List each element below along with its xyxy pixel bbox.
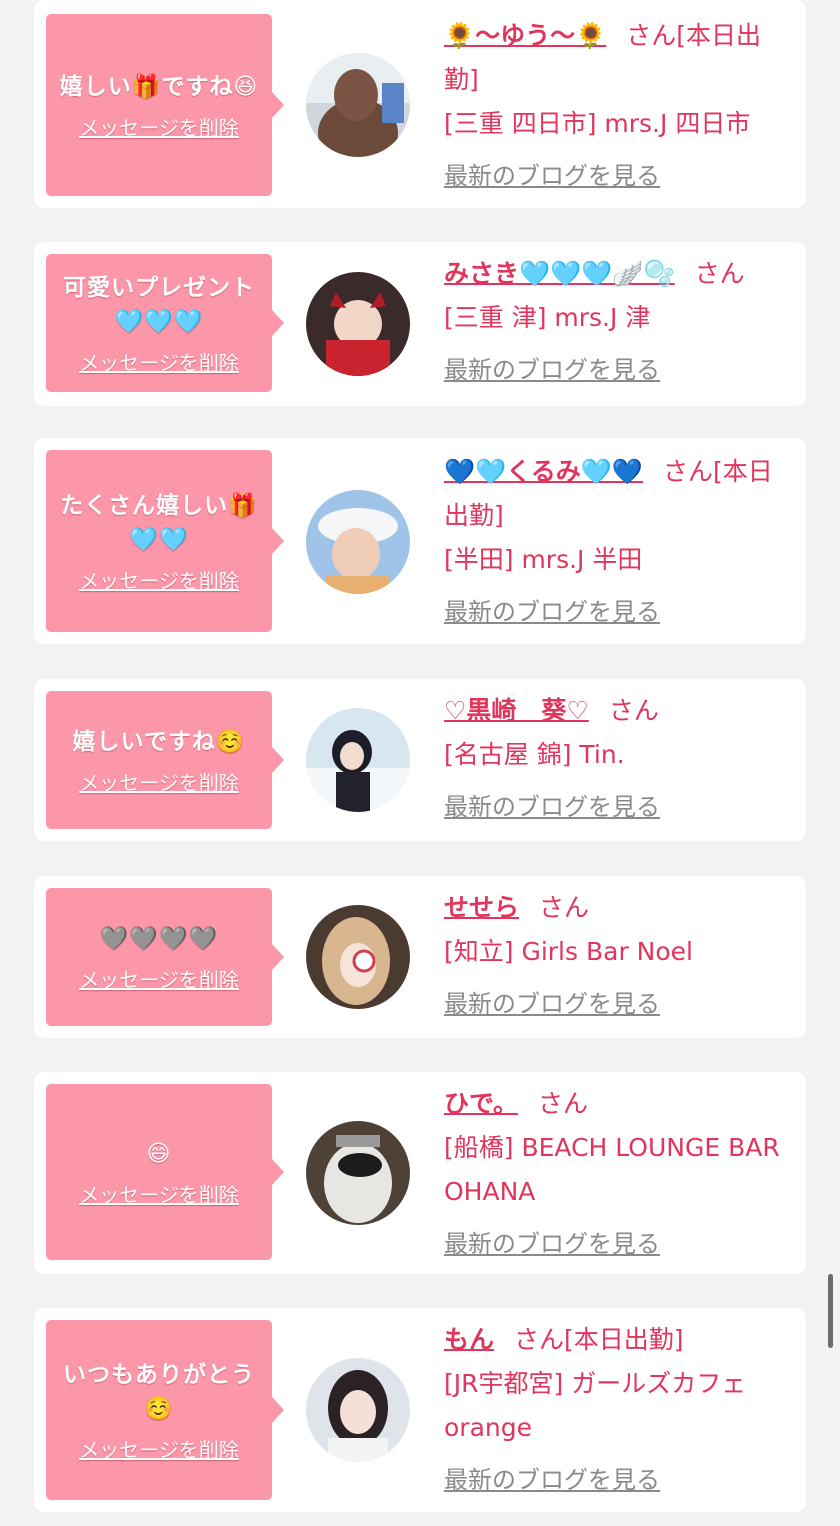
blog-link[interactable]: 最新のブログを見る (444, 154, 660, 198)
blog-link[interactable]: 最新のブログを見る (444, 348, 660, 392)
cast-name-link[interactable]: 💙🩵くるみ🩵💙 (444, 457, 643, 486)
shop-label: [知立] Girls Bar Noel (444, 937, 693, 966)
message-bubble: いつもありがとう☺️ メッセージを削除 (46, 1320, 284, 1500)
scrollbar[interactable] (828, 1274, 833, 1348)
message-text: 嬉しい🎁ですね😆 (59, 73, 259, 100)
blog-link[interactable]: 最新のブログを見る (444, 785, 660, 829)
cast-info: ♡黒崎 葵♡ さん [名古屋 錦] Tin. 最新のブログを見る (444, 689, 794, 829)
cast-name-link[interactable]: もん (444, 1325, 494, 1354)
cast-name-link[interactable]: せせら (444, 893, 519, 922)
message-card: 🩶🩶🩶🩶 メッセージを削除 せせら さん [知立] Girls Bar Noel … (34, 876, 806, 1038)
cast-name-link[interactable]: みさき🩵🩵🩵🪽🫧 (444, 259, 675, 288)
message-card: 嬉しい🎁ですね😆 メッセージを削除 🌻〜ゆう〜🌻 さん[本日出勤] [三重 四日市… (34, 0, 806, 208)
delete-message-link[interactable]: メッセージを削除 (79, 565, 239, 594)
cast-info: もん さん[本日出勤] [JR宇都宮] ガールズカフェorange 最新のブログを… (444, 1318, 794, 1502)
cast-suffix: さん (694, 259, 745, 288)
cast-name-link[interactable]: ♡黒崎 葵♡ (444, 696, 589, 725)
shop-label: [三重 四日市] mrs.J 四日市 (444, 109, 751, 138)
cast-suffix: さん (608, 696, 659, 725)
cast-suffix: さん[本日出勤] (514, 1325, 684, 1354)
cast-name-link[interactable]: ひで。 (444, 1089, 518, 1118)
shop-label: [三重 津] mrs.J 津 (444, 303, 651, 332)
message-bubble: たくさん嬉しい🎁🩵🩵 メッセージを削除 (46, 450, 284, 632)
blog-link[interactable]: 最新のブログを見る (444, 1458, 660, 1502)
cast-suffix: さん (538, 1089, 589, 1118)
shop-label: [半田] mrs.J 半田 (444, 545, 643, 574)
avatar[interactable] (306, 905, 410, 1009)
message-card: 嬉しいですね☺️ メッセージを削除 ♡黒崎 葵♡ さん [名古屋 錦] Tin. … (34, 679, 806, 841)
blog-link[interactable]: 最新のブログを見る (444, 1222, 660, 1266)
shop-label: [名古屋 錦] Tin. (444, 740, 625, 769)
message-text: 嬉しいですね☺️ (72, 728, 246, 755)
avatar[interactable] (306, 490, 410, 594)
message-text: たくさん嬉しい🎁🩵🩵 (60, 492, 258, 553)
cast-suffix: さん (539, 893, 590, 922)
delete-message-link[interactable]: メッセージを削除 (79, 347, 239, 376)
cast-info: 💙🩵くるみ🩵💙 さん[本日出勤] [半田] mrs.J 半田 最新のブログを見る (444, 450, 794, 634)
message-text: いつもありがとう☺️ (63, 1361, 255, 1422)
shop-label: [JR宇都宮] ガールズカフェorange (444, 1369, 747, 1442)
message-card: いつもありがとう☺️ メッセージを削除 もん さん[本日出勤] [JR宇都宮] ガ… (34, 1308, 806, 1512)
cast-info: 🌻〜ゆう〜🌻 さん[本日出勤] [三重 四日市] mrs.J 四日市 最新のブログ… (444, 14, 794, 198)
message-bubble: 嬉しい🎁ですね😆 メッセージを削除 (46, 14, 284, 196)
avatar[interactable] (306, 1358, 410, 1462)
cast-info: ひで。 さん [船橋] BEACH LOUNGE BAR OHANA 最新のブログ… (444, 1082, 794, 1266)
blog-link[interactable]: 最新のブログを見る (444, 982, 660, 1026)
cast-name-link[interactable]: 🌻〜ゆう〜🌻 (444, 21, 606, 50)
delete-message-link[interactable]: メッセージを削除 (79, 767, 239, 796)
message-bubble: 可愛いプレゼント🩵🩵🩵 メッセージを削除 (46, 254, 284, 392)
avatar[interactable] (306, 272, 410, 376)
message-bubble: 😄 メッセージを削除 (46, 1084, 284, 1260)
shop-label: [船橋] BEACH LOUNGE BAR OHANA (444, 1133, 780, 1206)
message-card: 😄 メッセージを削除 ひで。 さん [船橋] BEACH LOUNGE BAR O… (34, 1072, 806, 1274)
cast-info: せせら さん [知立] Girls Bar Noel 最新のブログを見る (444, 886, 794, 1026)
delete-message-link[interactable]: メッセージを削除 (79, 964, 239, 993)
delete-message-link[interactable]: メッセージを削除 (79, 1434, 239, 1463)
message-bubble: 🩶🩶🩶🩶 メッセージを削除 (46, 888, 284, 1026)
cast-info: みさき🩵🩵🩵🪽🫧 さん [三重 津] mrs.J 津 最新のブログを見る (444, 252, 794, 392)
message-text: 可愛いプレゼント🩵🩵🩵 (63, 274, 255, 335)
delete-message-link[interactable]: メッセージを削除 (79, 112, 239, 141)
message-text: 😄 (146, 1140, 172, 1167)
avatar[interactable] (306, 708, 410, 812)
avatar[interactable] (306, 53, 410, 157)
message-card: 可愛いプレゼント🩵🩵🩵 メッセージを削除 みさき🩵🩵🩵🪽🫧 さん [三重 津] m… (34, 242, 806, 406)
delete-message-link[interactable]: メッセージを削除 (79, 1179, 239, 1208)
message-card: たくさん嬉しい🎁🩵🩵 メッセージを削除 💙🩵くるみ🩵💙 さん[本日出勤] [半田]… (34, 438, 806, 644)
message-bubble: 嬉しいですね☺️ メッセージを削除 (46, 691, 284, 829)
message-text: 🩶🩶🩶🩶 (99, 925, 219, 952)
avatar[interactable] (306, 1121, 410, 1225)
blog-link[interactable]: 最新のブログを見る (444, 590, 660, 634)
